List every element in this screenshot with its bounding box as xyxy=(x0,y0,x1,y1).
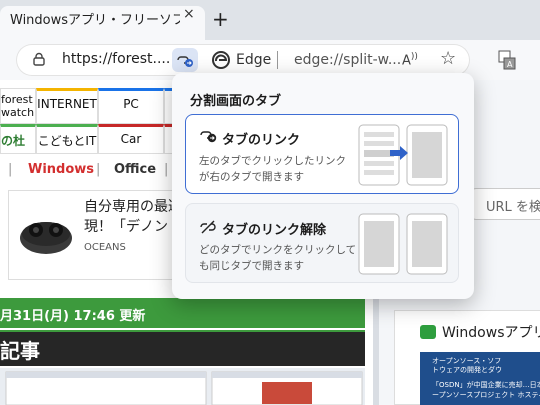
ad-source: OCEANS xyxy=(84,242,126,253)
address-left[interactable]: https://forest.... xyxy=(62,51,170,67)
category-separator: | xyxy=(164,162,169,177)
right-url-placeholder: URL を検 xyxy=(486,200,540,215)
nav-forest-watch[interactable]: forest watch xyxy=(0,88,36,124)
tab-close-icon[interactable]: × xyxy=(183,6,195,22)
ad-title-line1[interactable]: 自分専用の最適 xyxy=(84,196,182,216)
nav-internet[interactable]: INTERNET xyxy=(36,88,98,124)
nav-pc[interactable]: PC xyxy=(98,88,164,124)
edge-label: Edge xyxy=(236,52,272,68)
translate-extension-icon[interactable]: A xyxy=(498,50,516,70)
read-aloud-glyph: A xyxy=(402,53,411,69)
lock-icon[interactable] xyxy=(32,52,46,66)
nav-kodomo-to-it[interactable]: こどもとIT xyxy=(36,124,98,154)
svg-text:A: A xyxy=(507,60,513,69)
address-right[interactable]: edge://split-w... xyxy=(294,52,401,68)
unlink-tabs-illustration xyxy=(358,213,448,275)
article-screenshot-thumbnail[interactable] xyxy=(0,368,365,405)
option-link-tabs-label: タブのリンク xyxy=(222,133,301,148)
site-favicon-icon xyxy=(420,325,436,339)
right-card-image-text: ープンソースプロジェクト ホスティ xyxy=(432,391,540,399)
unlink-tabs-icon xyxy=(200,220,216,234)
section-heading: 記事 xyxy=(0,339,40,363)
option-unlink-tabs-desc: も同じタブで開きます xyxy=(199,260,304,272)
nav-mado-no-mori[interactable]: の杜 xyxy=(0,124,36,154)
right-card-image-text: トウェアの開発とダウ xyxy=(432,366,502,374)
option-unlink-tabs-desc: どのタブでリンクをクリックして xyxy=(199,244,357,256)
option-unlink-tabs-label: タブのリンク解除 xyxy=(222,223,327,238)
favorite-star-icon[interactable]: ☆ xyxy=(440,48,456,69)
option-link-tabs-desc: 左のタブでクリックしたリンク xyxy=(199,155,346,167)
nav-car[interactable]: Car xyxy=(98,124,164,154)
category-separator: | xyxy=(8,162,13,177)
link-tabs-illustration xyxy=(358,124,448,186)
nav-label: Car xyxy=(120,132,142,146)
nav-label: PC xyxy=(123,97,139,111)
right-card-title[interactable]: Windowsアプリ・ xyxy=(442,322,540,342)
edge-logo-icon xyxy=(212,51,230,69)
new-tab-button[interactable]: + xyxy=(212,9,229,29)
category-separator: | xyxy=(96,162,101,177)
link-tabs-icon xyxy=(200,131,217,143)
popup-title: 分割画面のタブ xyxy=(190,94,282,109)
option-link-tabs-desc: が右のタブで開きます xyxy=(199,171,304,183)
category-office[interactable]: Office xyxy=(114,162,156,177)
nav-label: forest watch xyxy=(1,93,35,119)
nav-label: こどもとIT xyxy=(37,134,97,148)
right-card-image-text: 「OSDN」が中国企業に売却…日本の xyxy=(432,381,540,389)
update-date: 月31日(月) 17:46 更新 xyxy=(0,309,146,324)
ad-title-line2[interactable]: 現！「デノン xyxy=(84,216,168,236)
category-windows[interactable]: Windows xyxy=(28,162,94,177)
tab-title: Windowsアプリ・フリーソフトのおすすめ xyxy=(10,13,180,28)
split-screen-link-button[interactable] xyxy=(172,48,198,72)
nav-label: の杜 xyxy=(1,134,26,148)
address-separator xyxy=(277,51,278,69)
link-tabs-icon xyxy=(177,56,193,67)
section-heading-bar xyxy=(0,330,365,366)
nav-label: INTERNET xyxy=(37,97,97,111)
read-aloud-icon[interactable]: A)) xyxy=(402,52,418,68)
earbuds-image xyxy=(20,222,72,254)
